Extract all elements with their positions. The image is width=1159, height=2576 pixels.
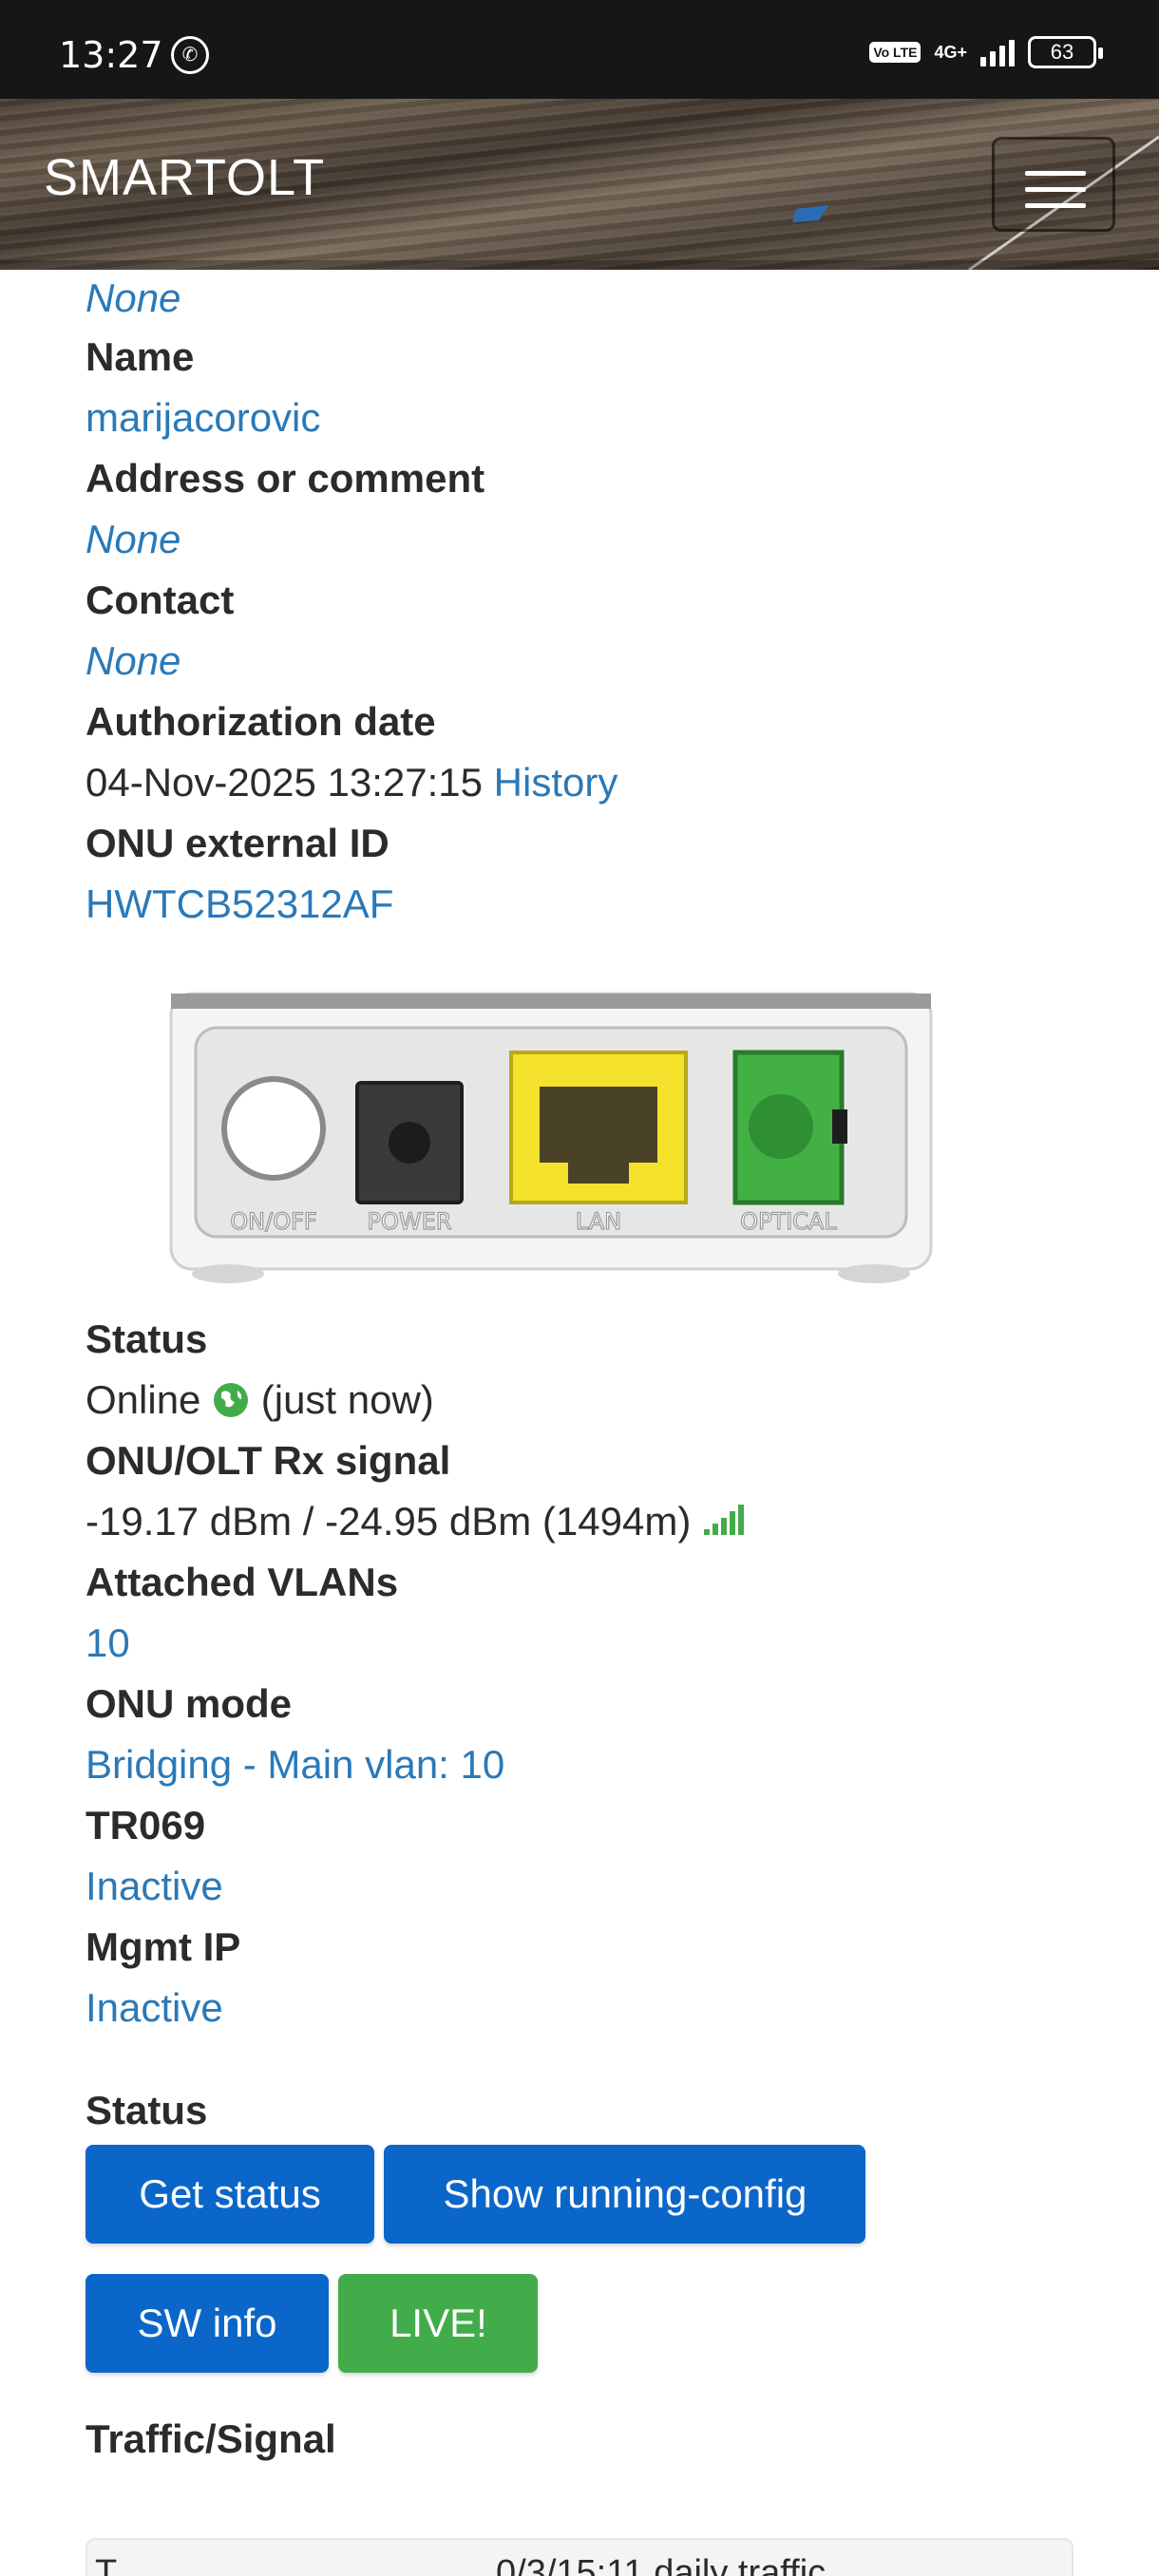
mgmt-ip-label: Mgmt IP [86, 1924, 241, 1969]
viber-notification-icon: ✆ [171, 36, 209, 74]
rx-signal-text: -19.17 dBm / -24.95 dBm (1494m) [86, 1499, 692, 1544]
status-value: Online (just now) [86, 1370, 1092, 1430]
onu-mode-label: ONU mode [86, 1681, 293, 1726]
vlans-label: Attached VLANs [86, 1560, 399, 1604]
app-header: SMARTOLT [0, 99, 1159, 270]
volte-icon: Vo LTE [869, 42, 922, 63]
brand-logo[interactable]: SMARTOLT [44, 148, 325, 207]
port-label-optical: OPTICAL [740, 1208, 837, 1235]
rx-signal-label: ONU/OLT Rx signal [86, 1438, 451, 1483]
battery-level: 63 [1050, 40, 1074, 64]
traffic-graph-title: 0/3/15:11 daily traffic [496, 2553, 826, 2576]
traffic-graph-card[interactable]: T 0/3/15:11 daily traffic [86, 2538, 1074, 2576]
onu-illustration: ON/OFF POWER LAN OPTICAL [169, 992, 933, 1283]
onu-device-image: ON/OFF POWER LAN OPTICAL [162, 984, 940, 1297]
prior-field-value[interactable]: None [86, 270, 1092, 327]
authorization-date-value: 04-Nov-2025 13:27:15 History [86, 752, 1092, 813]
cell-signal-icon [980, 38, 1015, 66]
contact-value[interactable]: None [86, 631, 1092, 691]
port-label-onoff: ON/OFF [230, 1208, 316, 1235]
globe-icon [214, 1383, 249, 1417]
port-label-power: POWER [368, 1208, 452, 1235]
get-status-button[interactable]: Get status [86, 2145, 374, 2244]
history-link[interactable]: History [494, 760, 618, 805]
clock: 13:27 [59, 34, 163, 76]
battery-icon: 63 [1028, 36, 1103, 68]
onu-mode-value[interactable]: Bridging - Main vlan: 10 [86, 1734, 1092, 1795]
traffic-signal-title: Traffic/Signal [86, 2416, 336, 2461]
traffic-tab-label: T [95, 2553, 118, 2576]
rx-signal-value: -19.17 dBm / -24.95 dBm (1494m) [86, 1491, 1092, 1552]
contact-label: Contact [86, 578, 235, 622]
network-type: 4G+ [934, 43, 967, 62]
authorization-date-label: Authorization date [86, 699, 436, 744]
status-buttons-row-1: Get status Show running-config [86, 2145, 1092, 2244]
tr069-value[interactable]: Inactive [86, 1856, 1092, 1917]
live-button[interactable]: LIVE! [338, 2274, 539, 2373]
status-label: Status [86, 1316, 208, 1361]
name-label: Name [86, 334, 195, 379]
external-id-label: ONU external ID [86, 821, 390, 865]
mgmt-ip-value[interactable]: Inactive [86, 1978, 1092, 2038]
address-label: Address or comment [86, 456, 485, 501]
onu-details: None Name marijacorovic Address or comme… [86, 270, 1092, 2470]
vlans-value[interactable]: 10 [86, 1613, 1092, 1674]
status-buttons-row-2: SW info LIVE! [86, 2274, 1092, 2373]
online-text: Online [86, 1377, 201, 1422]
external-id-value[interactable]: HWTCB52312AF [86, 874, 1092, 935]
sw-info-button[interactable]: SW info [86, 2274, 329, 2373]
signal-strength-icon [703, 1505, 744, 1535]
show-running-config-button[interactable]: Show running-config [384, 2145, 866, 2244]
status-indicators: Vo LTE 4G+ 63 [869, 36, 1103, 68]
name-value[interactable]: marijacorovic [86, 388, 1092, 448]
tr069-label: TR069 [86, 1803, 206, 1847]
port-label-lan: LAN [576, 1208, 621, 1235]
hamburger-menu-button[interactable] [992, 137, 1115, 232]
authorization-date: 04-Nov-2025 13:27:15 [86, 760, 483, 805]
address-value[interactable]: None [86, 509, 1092, 570]
status-section-title: Status [86, 2088, 208, 2132]
system-status-bar: 13:27 ✆ Vo LTE 4G+ 63 [0, 0, 1159, 99]
last-seen-text: (just now) [260, 1377, 434, 1422]
